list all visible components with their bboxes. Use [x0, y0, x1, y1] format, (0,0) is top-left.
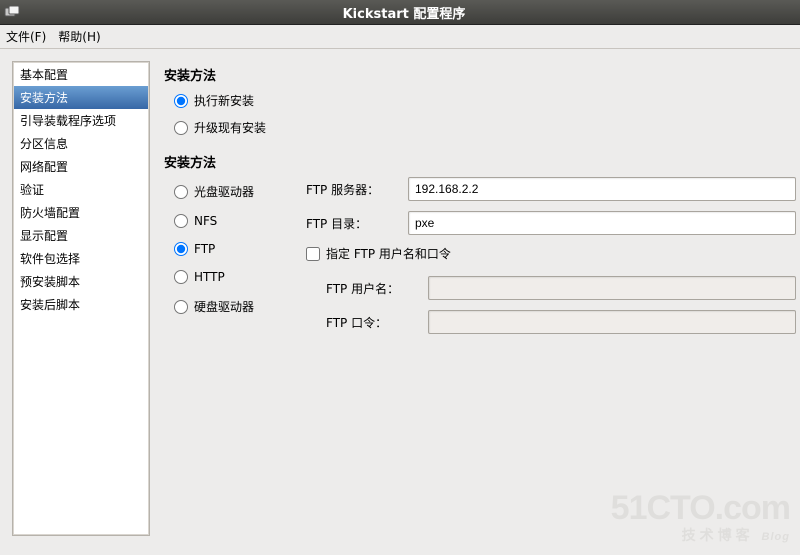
sidebar-item-partition[interactable]: 分区信息 — [14, 132, 148, 155]
sidebar-item-label: 基本配置 — [20, 68, 68, 82]
sidebar-item-label: 安装方法 — [20, 91, 68, 105]
section1-title: 安装方法 — [164, 65, 796, 84]
radio-ftp[interactable] — [174, 242, 188, 256]
sidebar-item-display[interactable]: 显示配置 — [14, 224, 148, 247]
sidebar-item-post-script[interactable]: 安装后脚本 — [14, 293, 148, 316]
sidebar-item-label: 软件包选择 — [20, 252, 80, 266]
sidebar-item-auth[interactable]: 验证 — [14, 178, 148, 201]
install-type-group: 执行新安装 升级现有安装 — [174, 92, 796, 136]
sidebar-item-label: 网络配置 — [20, 160, 68, 174]
menu-file[interactable]: 文件(F) — [6, 28, 46, 45]
radio-hdd-label: 硬盘驱动器 — [194, 298, 254, 315]
radio-fresh-label: 执行新安装 — [194, 92, 254, 109]
menu-help[interactable]: 帮助(H) — [58, 28, 100, 45]
sidebar-item-network[interactable]: 网络配置 — [14, 155, 148, 178]
ftp-dir-input[interactable] — [408, 211, 796, 235]
radio-upgrade-install[interactable] — [174, 121, 188, 135]
radio-http[interactable] — [174, 270, 188, 284]
sidebar-item-bootloader[interactable]: 引导装载程序选项 — [14, 109, 148, 132]
sidebar-item-packages[interactable]: 软件包选择 — [14, 247, 148, 270]
window-title: Kickstart 配置程序 — [28, 3, 780, 22]
ftp-pass-label: FTP 口令： — [326, 314, 420, 331]
section2-title: 安装方法 — [164, 152, 796, 171]
radio-nfs[interactable] — [174, 214, 188, 228]
main-content: 安装方法 执行新安装 升级现有安装 安装方法 光盘驱动器 NFS — [164, 61, 798, 553]
sidebar-item-firewall[interactable]: 防火墙配置 — [14, 201, 148, 224]
sidebar-item-label: 安装后脚本 — [20, 298, 80, 312]
ftp-auth-checkbox-label: 指定 FTP 用户名和口令 — [326, 245, 451, 262]
window-titlebar: Kickstart 配置程序 — [0, 0, 800, 25]
sidebar-item-label: 预安装脚本 — [20, 275, 80, 289]
sidebar: 基本配置 安装方法 引导装载程序选项 分区信息 网络配置 验证 防火墙配置 显示… — [12, 61, 150, 536]
ftp-server-label: FTP 服务器： — [306, 181, 400, 198]
radio-upgrade-label: 升级现有安装 — [194, 119, 266, 136]
sidebar-item-label: 引导装载程序选项 — [20, 114, 116, 128]
app-icon — [4, 4, 20, 20]
ftp-form: FTP 服务器： FTP 目录： 指定 FTP 用户名和口令 FTP 用户名： … — [306, 177, 796, 344]
radio-http-label: HTTP — [194, 270, 225, 284]
ftp-pass-input[interactable] — [428, 310, 796, 334]
ftp-server-input[interactable] — [408, 177, 796, 201]
radio-hdd[interactable] — [174, 300, 188, 314]
sidebar-item-pre-script[interactable]: 预安装脚本 — [14, 270, 148, 293]
radio-cdrom[interactable] — [174, 185, 188, 199]
sidebar-item-basic[interactable]: 基本配置 — [14, 63, 148, 86]
sidebar-item-install-method[interactable]: 安装方法 — [14, 86, 148, 109]
sidebar-item-label: 显示配置 — [20, 229, 68, 243]
install-source-group: 光盘驱动器 NFS FTP HTTP 硬盘驱动器 — [174, 179, 294, 329]
radio-ftp-label: FTP — [194, 242, 215, 256]
radio-fresh-install[interactable] — [174, 94, 188, 108]
radio-cdrom-label: 光盘驱动器 — [194, 183, 254, 200]
menubar: 文件(F) 帮助(H) — [0, 25, 800, 49]
sidebar-item-label: 防火墙配置 — [20, 206, 80, 220]
sidebar-item-label: 分区信息 — [20, 137, 68, 151]
ftp-user-input[interactable] — [428, 276, 796, 300]
ftp-dir-label: FTP 目录： — [306, 215, 400, 232]
ftp-user-label: FTP 用户名： — [326, 280, 420, 297]
ftp-auth-checkbox[interactable] — [306, 247, 320, 261]
radio-nfs-label: NFS — [194, 214, 217, 228]
client-area: 基本配置 安装方法 引导装载程序选项 分区信息 网络配置 验证 防火墙配置 显示… — [0, 49, 800, 555]
sidebar-item-label: 验证 — [20, 183, 44, 197]
